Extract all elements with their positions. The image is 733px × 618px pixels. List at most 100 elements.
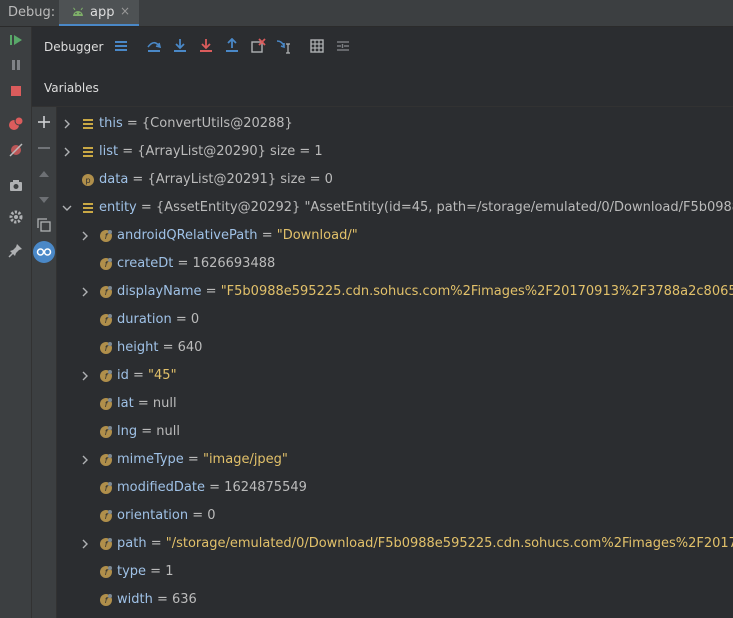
- variable-text: duration = 0: [117, 306, 199, 334]
- final-field-icon: f: [100, 566, 112, 578]
- variable-row-orientation[interactable]: f orientation = 0: [57, 502, 733, 530]
- equals-sign: =: [205, 480, 225, 495]
- variable-suffix: "AssetEntity(id=45, path=/storage/emulat…: [300, 200, 733, 215]
- android-icon: [73, 7, 83, 16]
- variable-row-id[interactable]: f id = "45": [57, 362, 733, 390]
- final-field-icon: f: [100, 482, 112, 494]
- variable-value: 640: [177, 340, 203, 355]
- variable-row-lat[interactable]: f lat = null: [57, 390, 733, 418]
- variable-value: 1624875549: [224, 480, 307, 495]
- field-icon: [83, 119, 93, 129]
- show-watches-icon[interactable]: [32, 240, 56, 264]
- layout-icon[interactable]: [113, 38, 129, 54]
- final-field-icon: f: [100, 286, 112, 298]
- variable-text: orientation = 0: [117, 502, 216, 530]
- variable-row-path[interactable]: f path = "/storage/emulated/0/Download/F5…: [57, 530, 733, 558]
- equals-sign: =: [133, 396, 153, 411]
- variable-row-modifiedDate[interactable]: f modifiedDate = 1624875549: [57, 474, 733, 502]
- stop-icon[interactable]: [8, 83, 24, 99]
- chevron-right-icon[interactable]: [62, 119, 72, 129]
- variable-row-this[interactable]: this = {ConvertUtils@20288}: [57, 110, 733, 138]
- variable-row-height[interactable]: f height = 640: [57, 334, 733, 362]
- variable-row-createDt[interactable]: f createDt = 1626693488: [57, 250, 733, 278]
- variable-row-lng[interactable]: f lng = null: [57, 418, 733, 446]
- variable-text: mimeType = "image/jpeg": [117, 446, 288, 474]
- trace-icon[interactable]: [335, 38, 351, 54]
- variables-tree[interactable]: this = {ConvertUtils@20288} list = {Array…: [57, 110, 733, 618]
- equals-sign: =: [136, 200, 156, 215]
- chevron-right-icon[interactable]: [80, 287, 90, 297]
- mute-breakpoints-icon[interactable]: [8, 142, 24, 158]
- pin-icon[interactable]: [8, 242, 24, 258]
- final-field-icon: f: [100, 370, 112, 382]
- copy-icon[interactable]: [36, 217, 52, 233]
- variable-text: androidQRelativePath = "Download/": [117, 222, 358, 250]
- variable-row-type[interactable]: f type = 1: [57, 558, 733, 586]
- chevron-right-icon[interactable]: [80, 539, 90, 549]
- variable-row-data[interactable]: p data = {ArrayList@20291} size = 0: [57, 166, 733, 194]
- settings-icon[interactable]: [8, 209, 24, 225]
- final-field-icon: f: [100, 454, 112, 466]
- camera-icon[interactable]: [8, 177, 24, 193]
- remove-watch-icon[interactable]: [36, 140, 52, 156]
- equals-sign: =: [128, 172, 148, 187]
- variable-row-width[interactable]: f width = 636: [57, 586, 733, 614]
- resume-icon[interactable]: [8, 32, 24, 48]
- variable-row-entity[interactable]: entity = {AssetEntity@20292} "AssetEntit…: [57, 194, 733, 222]
- variable-value: "45": [148, 368, 177, 383]
- step-out-icon[interactable]: [224, 38, 240, 54]
- variable-text: path = "/storage/emulated/0/Download/F5b…: [117, 530, 733, 558]
- chevron-right-icon[interactable]: [80, 371, 90, 381]
- variable-row-displayName[interactable]: f displayName = "F5b0988e595225.cdn.sohuc…: [57, 278, 733, 306]
- debug-window: Debug: app × Debugger Variables this = {…: [0, 0, 733, 618]
- final-field-icon: f: [100, 230, 112, 242]
- tab-label: app: [90, 5, 115, 20]
- chevron-right-icon[interactable]: [80, 455, 90, 465]
- final-field-icon: f: [100, 594, 112, 606]
- evaluate-expression-icon[interactable]: [309, 38, 325, 54]
- chevron-right-icon[interactable]: [80, 231, 90, 241]
- variable-row-duration[interactable]: f duration = 0: [57, 306, 733, 334]
- close-icon[interactable]: ×: [120, 4, 130, 18]
- step-into-icon[interactable]: [172, 38, 188, 54]
- drop-frame-icon[interactable]: [250, 38, 266, 54]
- debug-label: Debug:: [8, 5, 56, 20]
- tab-app[interactable]: app ×: [59, 0, 139, 26]
- variable-text: lat = null: [117, 390, 177, 418]
- final-field-icon: f: [100, 426, 112, 438]
- variable-text: id = "45": [117, 362, 177, 390]
- variable-value: 636: [172, 592, 197, 607]
- variable-name: entity: [99, 200, 137, 215]
- equals-sign: =: [128, 368, 149, 383]
- view-breakpoints-icon[interactable]: [8, 116, 24, 132]
- variable-name: lng: [117, 424, 138, 439]
- equals-sign: =: [183, 452, 203, 467]
- variable-row-androidQRelativePath[interactable]: f androidQRelativePath = "Download/": [57, 222, 733, 250]
- move-up-icon[interactable]: [36, 166, 52, 182]
- chevron-right-icon[interactable]: [62, 147, 72, 157]
- add-watch-icon[interactable]: [36, 114, 52, 130]
- variable-row-mimeType[interactable]: f mimeType = "image/jpeg": [57, 446, 733, 474]
- variable-row-list[interactable]: list = {ArrayList@20290} size = 1: [57, 138, 733, 166]
- final-field-icon: f: [100, 342, 112, 354]
- run-to-cursor-icon[interactable]: [276, 38, 292, 54]
- variable-text: createDt = 1626693488: [117, 250, 275, 278]
- step-over-icon[interactable]: [146, 38, 162, 54]
- variables-side-toolbar: [32, 107, 57, 618]
- debug-gutter-toolbar: [0, 27, 32, 618]
- chevron-down-icon[interactable]: [62, 203, 72, 213]
- variable-text: displayName = "F5b0988e595225.cdn.sohucs…: [117, 278, 733, 306]
- move-down-icon[interactable]: [36, 192, 52, 208]
- equals-sign: =: [188, 508, 208, 523]
- variable-value: "/storage/emulated/0/Download/F5b0988e59…: [165, 536, 733, 551]
- pause-icon[interactable]: [8, 57, 24, 73]
- variable-name: height: [117, 340, 159, 355]
- variable-suffix: size = 0: [276, 172, 333, 187]
- variable-name: androidQRelativePath: [117, 228, 258, 243]
- variable-text: entity = {AssetEntity@20292} "AssetEntit…: [99, 194, 733, 222]
- variable-name: mimeType: [117, 452, 184, 467]
- variable-name: createDt: [117, 256, 174, 271]
- equals-sign: =: [122, 116, 142, 131]
- variable-value: 0: [190, 312, 200, 327]
- force-step-into-icon[interactable]: [198, 38, 214, 54]
